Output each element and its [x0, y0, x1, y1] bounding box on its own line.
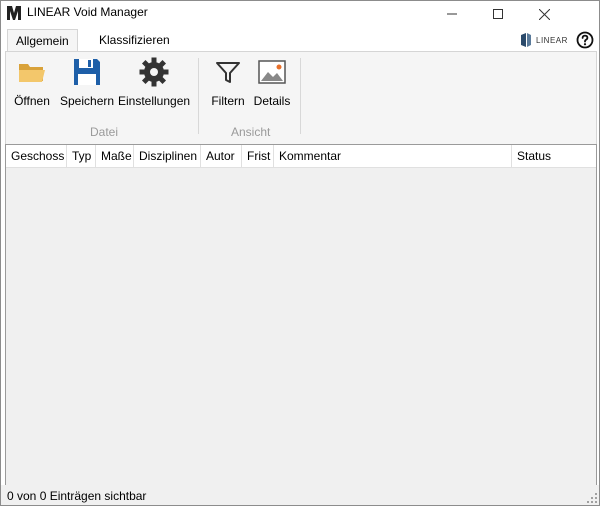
- minimize-button[interactable]: [429, 1, 475, 27]
- app-logo-icon: [6, 5, 22, 21]
- window-title: LINEAR Void Manager: [27, 5, 148, 19]
- resize-grip-icon[interactable]: [587, 493, 597, 503]
- column-header-kommentar[interactable]: Kommentar: [274, 145, 512, 167]
- open-button[interactable]: Öffnen: [12, 56, 52, 108]
- column-header-frist[interactable]: Frist: [242, 145, 274, 167]
- tab-klassifizieren[interactable]: Klassifizieren: [91, 29, 178, 52]
- ribbon-tabstrip: Allgemein Klassifizieren: [1, 27, 599, 53]
- image-details-icon: [258, 60, 286, 84]
- folder-open-icon: [19, 64, 45, 82]
- save-icon: [74, 59, 100, 85]
- column-header-typ[interactable]: Typ: [67, 145, 96, 167]
- status-text: 0 von 0 Einträgen sichtbar: [7, 489, 147, 503]
- group-label-ansicht: Ansicht: [231, 125, 271, 139]
- column-header-geschoss[interactable]: Geschoss: [6, 145, 67, 167]
- close-icon: [538, 8, 550, 20]
- gear-icon: [139, 57, 169, 87]
- ribbon-separator: [198, 58, 199, 134]
- filter-button[interactable]: Filtern: [210, 56, 246, 108]
- details-button-label: Details: [253, 94, 291, 108]
- column-header-masse[interactable]: Maße: [96, 145, 134, 167]
- column-header-disziplinen[interactable]: Disziplinen: [134, 145, 201, 167]
- help-icon[interactable]: [576, 31, 594, 49]
- brand-text: LINEAR: [536, 35, 568, 45]
- voids-table[interactable]: Geschoss Typ Maße Disziplinen Autor Fris…: [5, 144, 597, 486]
- settings-button-label: Einstellungen: [118, 94, 191, 108]
- maximize-icon: [493, 9, 503, 19]
- ribbon-separator: [300, 58, 301, 134]
- table-header: Geschoss Typ Maße Disziplinen Autor Fris…: [6, 145, 596, 168]
- title-bar[interactable]: LINEAR Void Manager: [1, 1, 599, 27]
- filter-button-label: Filtern: [211, 94, 245, 108]
- settings-button[interactable]: Einstellungen: [118, 56, 190, 108]
- brand-logo: LINEAR: [519, 31, 568, 49]
- close-button[interactable]: [521, 1, 567, 27]
- details-button[interactable]: Details: [252, 56, 292, 108]
- app-window: LINEAR Void Manager Allgemein Klassifizi…: [0, 0, 600, 506]
- group-label-datei: Datei: [90, 125, 119, 139]
- save-button-label: Speichern: [60, 94, 115, 108]
- maximize-button[interactable]: [475, 1, 521, 27]
- status-bar: 0 von 0 Einträgen sichtbar: [1, 485, 599, 505]
- save-button[interactable]: Speichern: [60, 56, 114, 108]
- column-header-autor[interactable]: Autor: [201, 145, 242, 167]
- column-header-status[interactable]: Status: [512, 145, 596, 167]
- filter-icon: [216, 62, 240, 83]
- open-button-label: Öffnen: [14, 94, 50, 108]
- linear-logo-icon: [521, 33, 531, 47]
- tab-allgemein[interactable]: Allgemein: [7, 29, 78, 53]
- ribbon-panel: Öffnen Speichern Einstellungen Datei Fil…: [5, 51, 597, 145]
- minimize-icon: [447, 13, 457, 15]
